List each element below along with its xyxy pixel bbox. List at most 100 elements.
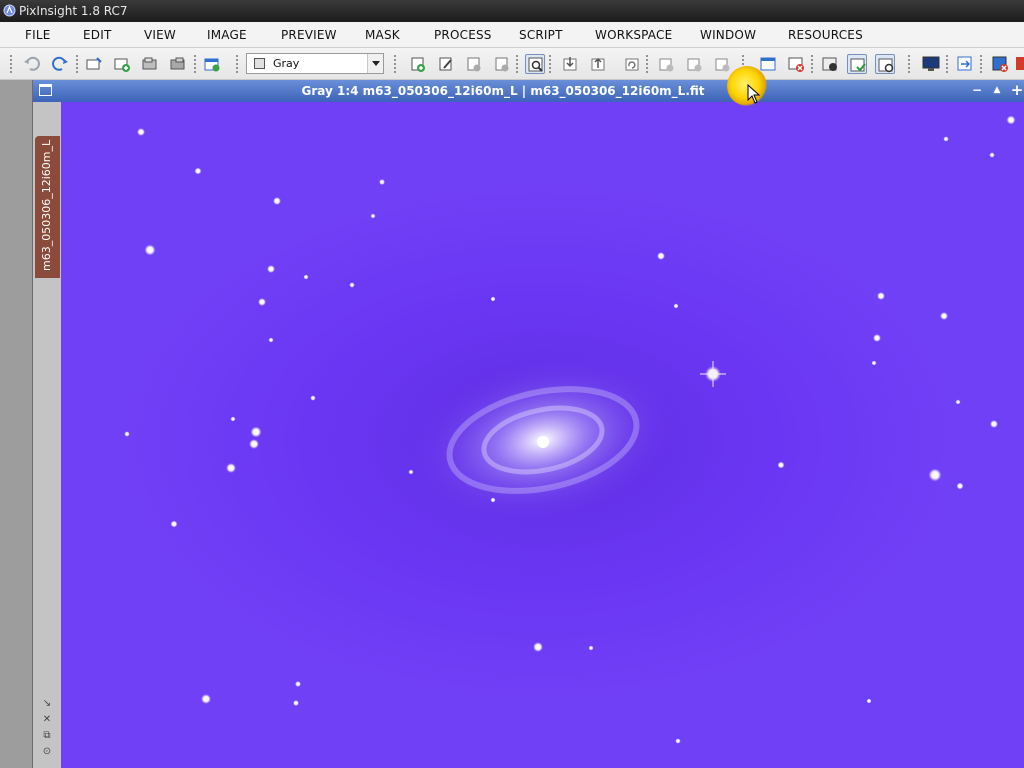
star	[349, 282, 355, 288]
new-window-icon[interactable]	[112, 54, 132, 74]
mouse-cursor-icon	[747, 84, 761, 104]
toolbar-separator	[811, 54, 813, 74]
star	[533, 642, 543, 652]
delete-preview-icon[interactable]	[492, 54, 512, 74]
view-tab[interactable]: m63_050306_12i60m_L	[35, 136, 60, 278]
star	[675, 738, 681, 744]
star	[940, 312, 948, 320]
star	[226, 463, 236, 473]
process-icon-a[interactable]	[656, 54, 676, 74]
image-window-titlebar[interactable]: Gray 1:4 m63_050306_12i60m_L | m63_05030…	[33, 80, 1024, 102]
galaxy-core	[537, 436, 549, 448]
close-mask-icon[interactable]	[786, 54, 806, 74]
menu-window[interactable]: WINDOW	[700, 28, 756, 42]
view-selector-strip: m63_050306_12i60m_L ↘ ✕ ⧉ ⊙	[33, 102, 61, 768]
process-icon-c[interactable]	[712, 54, 732, 74]
stf-icon[interactable]	[820, 54, 840, 74]
star	[408, 469, 414, 475]
monitor-icon[interactable]	[921, 54, 941, 74]
menu-workspace[interactable]: WORKSPACE	[595, 28, 672, 42]
duplicate-icon[interactable]	[140, 54, 160, 74]
star	[144, 244, 156, 256]
menu-file[interactable]: FILE	[25, 28, 51, 42]
fit-view-icon[interactable]: ✕	[41, 714, 53, 726]
add-preview-icon[interactable]	[464, 54, 484, 74]
menu-script[interactable]: SCRIPT	[519, 28, 563, 42]
star	[657, 252, 665, 260]
toolbar-separator	[516, 54, 518, 74]
reset-preview-icon[interactable]	[622, 54, 642, 74]
star	[249, 439, 259, 449]
readout-icon[interactable]	[875, 54, 895, 74]
star	[230, 416, 236, 422]
star	[293, 700, 299, 706]
star	[267, 265, 275, 273]
star	[955, 399, 961, 405]
redo-icon[interactable]	[50, 54, 70, 74]
chevron-down-icon[interactable]	[367, 54, 383, 73]
menu-edit[interactable]: EDIT	[83, 28, 112, 42]
new-image-icon[interactable]	[84, 54, 104, 74]
star	[1006, 115, 1016, 125]
image-window-title: Gray 1:4 m63_050306_12i60m_L | m63_05030…	[301, 84, 705, 98]
minimize-button[interactable]: −	[970, 83, 984, 97]
main-toolbar	[0, 48, 1024, 80]
star	[990, 420, 998, 428]
menu-resources[interactable]: RESOURCES	[788, 28, 863, 42]
image-canvas[interactable]	[61, 102, 1024, 768]
extract-icon[interactable]	[168, 54, 188, 74]
star	[989, 152, 995, 158]
channel-select[interactable]: Gray	[246, 53, 384, 74]
maximize-button[interactable]: +	[1010, 83, 1024, 98]
star	[943, 136, 949, 142]
overflow-icon[interactable]	[1016, 54, 1024, 74]
undo-icon[interactable]	[22, 54, 42, 74]
arrow-icon[interactable]: ↘	[41, 698, 53, 710]
star	[379, 179, 385, 185]
shade-button[interactable]: ▲	[990, 83, 1004, 97]
toolbar-grip	[10, 54, 12, 74]
workspace-left-rail	[0, 80, 32, 768]
star	[877, 292, 885, 300]
restore-preview-icon[interactable]	[588, 54, 608, 74]
star	[303, 274, 309, 280]
menu-preview[interactable]: PREVIEW	[281, 28, 337, 42]
stf-linked-icon[interactable]	[847, 54, 867, 74]
zoom-tool-icon[interactable]: ⧉	[41, 730, 53, 742]
toolbar-separator	[76, 54, 78, 74]
menu-process[interactable]: PROCESS	[434, 28, 492, 42]
star	[490, 296, 496, 302]
channel-swatch	[254, 58, 265, 69]
store-preview-icon[interactable]	[560, 54, 580, 74]
toolbar-separator	[646, 54, 648, 74]
image-window[interactable]: Gray 1:4 m63_050306_12i60m_L | m63_05030…	[32, 80, 1024, 768]
star	[673, 303, 679, 309]
star	[866, 698, 872, 704]
process-icon-b[interactable]	[684, 54, 704, 74]
menu-image[interactable]: IMAGE	[207, 28, 247, 42]
star	[137, 128, 145, 136]
toolbar-separator	[194, 54, 196, 74]
new-preview-icon[interactable]	[408, 54, 428, 74]
star	[777, 461, 785, 469]
toolbar-separator	[980, 54, 982, 74]
star	[268, 337, 274, 343]
target-icon[interactable]: ⊙	[41, 746, 53, 758]
edit-preview-icon[interactable]	[436, 54, 456, 74]
toolbar-separator	[394, 54, 396, 74]
app-titlebar: PixInsight 1.8 RC7	[0, 0, 1024, 22]
star	[588, 645, 594, 651]
pixinsight-logo-icon	[3, 4, 16, 17]
new-workspace-window-icon[interactable]	[202, 54, 222, 74]
menu-view[interactable]: VIEW	[144, 28, 176, 42]
swap-window-icon[interactable]	[955, 54, 975, 74]
zoom-icon[interactable]	[525, 54, 545, 74]
star	[370, 213, 376, 219]
star	[250, 426, 262, 438]
menu-mask[interactable]: MASK	[365, 28, 400, 42]
app-title: PixInsight 1.8 RC7	[19, 4, 128, 18]
star	[956, 482, 964, 490]
close-all-icon[interactable]	[990, 54, 1010, 74]
star	[928, 468, 942, 482]
menu-bar: FILE EDIT VIEW IMAGE PREVIEW MASK PROCES…	[0, 22, 1024, 48]
